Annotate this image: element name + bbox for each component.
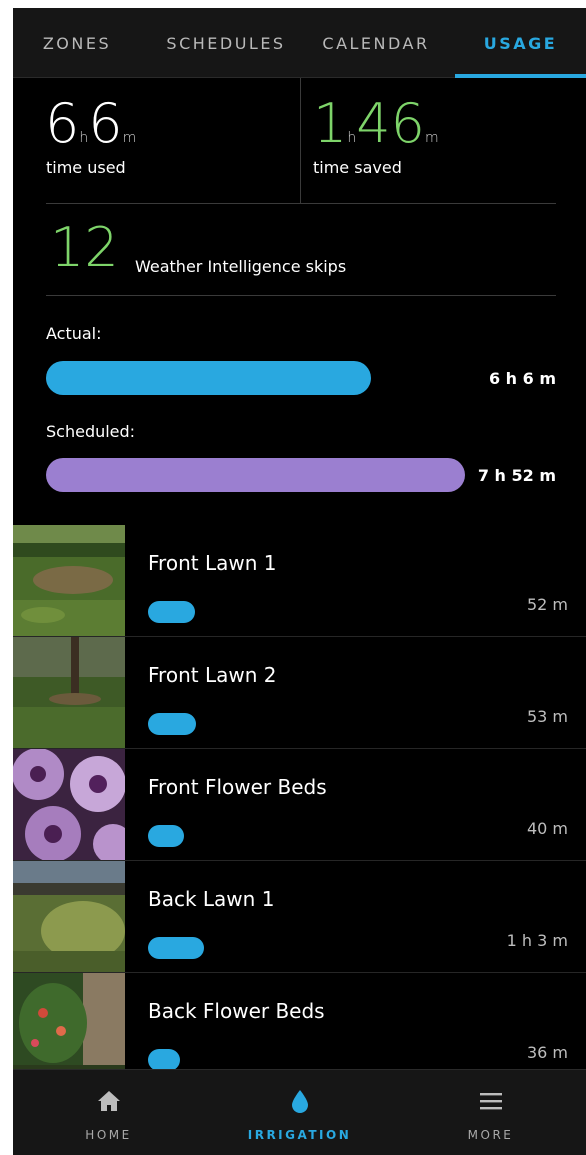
zone-bar-track (148, 713, 488, 735)
water-drop-icon (291, 1090, 308, 1113)
scheduled-label: Scheduled: (46, 422, 136, 441)
stats-divider-1 (46, 203, 556, 204)
zone-bar-track (148, 1049, 488, 1071)
nav-home[interactable]: HOME (13, 1070, 204, 1155)
tab-calendar[interactable]: CALENDAR (309, 8, 443, 78)
tab-usage[interactable]: USAGE (455, 8, 586, 78)
zone-usage-bar (148, 937, 205, 959)
active-tab-indicator (455, 74, 586, 78)
zone-row-back-lawn-1[interactable]: Back Lawn 1 1 h 3 m (13, 861, 586, 973)
stats-divider-vertical (300, 78, 301, 204)
time-saved-label: time saved (313, 158, 402, 177)
zone-row-front-lawn-2[interactable]: Front Lawn 2 53 m (13, 637, 586, 749)
zone-time: 36 m (526, 1043, 568, 1062)
weather-skips-count: 12 (50, 216, 119, 279)
zone-usage-bar (148, 713, 196, 735)
zone-usage-bar (148, 601, 195, 623)
nav-irrigation[interactable]: IRRIGATION (204, 1070, 395, 1155)
home-icon (97, 1091, 120, 1111)
zone-thumbnail-front-lawn-1 (13, 525, 125, 636)
zone-name: Back Flower Beds (148, 999, 325, 1023)
zone-name: Back Lawn 1 (148, 887, 275, 911)
zone-bar-track (148, 825, 488, 847)
zone-row-front-lawn-1[interactable]: Front Lawn 1 52 m (13, 525, 586, 637)
stats-divider-2 (46, 295, 556, 296)
zone-thumbnail-back-flower-beds (13, 973, 125, 1084)
time-used-label: time used (46, 158, 126, 177)
scheduled-value: 7 h 52 m (477, 466, 556, 485)
zone-time: 53 m (526, 707, 568, 726)
actual-value: 6 h 6 m (488, 369, 556, 388)
zone-row-front-flower-beds[interactable]: Front Flower Beds 40 m (13, 749, 586, 861)
zone-time: 40 m (526, 819, 568, 838)
zone-bar-track (148, 937, 488, 959)
nav-home-label: HOME (85, 1128, 132, 1142)
menu-icon (479, 1093, 502, 1110)
tab-zones[interactable]: ZONES (13, 8, 141, 78)
nav-irrigation-label: IRRIGATION (247, 1128, 352, 1142)
zone-time: 52 m (526, 595, 568, 614)
zone-name: Front Lawn 2 (148, 663, 277, 687)
usage-screen: ZONES SCHEDULES CALENDAR USAGE 6h6m time… (13, 8, 586, 1155)
scheduled-bar-track (46, 458, 465, 492)
time-used-value: 6h6m (45, 92, 137, 155)
zone-name: Front Flower Beds (148, 775, 327, 799)
zone-usage-bar (148, 1049, 181, 1071)
zone-thumbnail-back-lawn-1 (13, 861, 125, 972)
actual-bar-track (46, 361, 465, 395)
time-saved-value: 1h46m (313, 92, 439, 155)
nav-more-label: MORE (467, 1128, 514, 1142)
zone-thumbnail-front-flower-beds (13, 749, 125, 860)
zone-thumbnail-front-lawn-2 (13, 637, 125, 748)
bottom-nav-bar: HOME IRRIGATION MORE (13, 1069, 586, 1155)
zone-time: 1 h 3 m (506, 931, 568, 950)
tab-schedules[interactable]: SCHEDULES (155, 8, 297, 78)
weather-skips-label: Weather Intelligence skips (135, 257, 347, 276)
nav-more[interactable]: MORE (395, 1070, 586, 1155)
zone-bar-track (148, 601, 488, 623)
actual-bar (46, 361, 372, 395)
zone-usage-bar (148, 825, 185, 847)
top-tab-bar: ZONES SCHEDULES CALENDAR USAGE (13, 8, 586, 78)
zone-name: Front Lawn 1 (148, 551, 277, 575)
actual-label: Actual: (46, 324, 102, 343)
scheduled-bar (46, 458, 465, 492)
